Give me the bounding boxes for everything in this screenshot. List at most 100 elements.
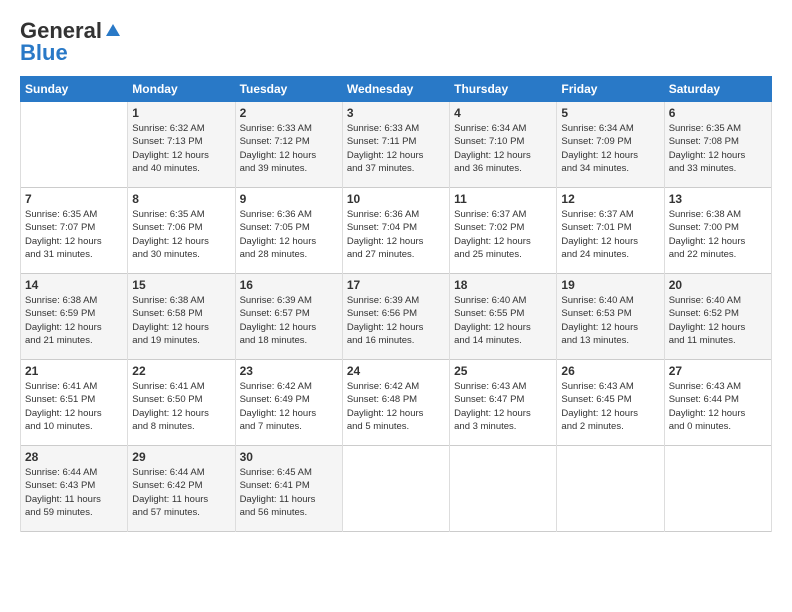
calendar-cell: 14Sunrise: 6:38 AM Sunset: 6:59 PM Dayli… bbox=[21, 274, 128, 360]
day-info: Sunrise: 6:37 AM Sunset: 7:01 PM Dayligh… bbox=[561, 208, 659, 261]
calendar-cell: 4 Sunrise: 6:34 AM Sunset: 7:10 PM Daylig… bbox=[450, 102, 557, 188]
day-number: 25 bbox=[454, 364, 552, 378]
logo-blue: Blue bbox=[20, 40, 68, 66]
day-info: Sunrise: 6:39 AM Sunset: 6:57 PM Dayligh… bbox=[240, 294, 338, 347]
day-number: 5 bbox=[561, 106, 659, 120]
day-number: 9 bbox=[240, 192, 338, 206]
calendar-cell: 20 Sunrise: 6:40 AM Sunset: 6:52 PM Dayli… bbox=[664, 274, 771, 360]
day-number: 15 bbox=[132, 278, 230, 292]
day-number: 7 bbox=[25, 192, 123, 206]
calendar-cell: 5 Sunrise: 6:34 AM Sunset: 7:09 PM Daylig… bbox=[557, 102, 664, 188]
day-info: Sunrise: 6:36 AM Sunset: 7:04 PM Dayligh… bbox=[347, 208, 445, 261]
calendar-cell: 28 Sunrise: 6:44 AM Sunset: 6:43 PM Dayli… bbox=[21, 446, 128, 532]
calendar-week-row: 28 Sunrise: 6:44 AM Sunset: 6:43 PM Dayli… bbox=[21, 446, 772, 532]
day-info: Sunrise: 6:44 AM Sunset: 6:42 PM Dayligh… bbox=[132, 466, 230, 519]
day-info: Sunrise: 6:37 AM Sunset: 7:02 PM Dayligh… bbox=[454, 208, 552, 261]
day-info: Sunrise: 6:34 AM Sunset: 7:10 PM Dayligh… bbox=[454, 122, 552, 175]
calendar-cell: 27 Sunrise: 6:43 AM Sunset: 6:44 PM Dayli… bbox=[664, 360, 771, 446]
day-number: 30 bbox=[240, 450, 338, 464]
day-number: 28 bbox=[25, 450, 123, 464]
day-number: 2 bbox=[240, 106, 338, 120]
calendar-cell bbox=[21, 102, 128, 188]
day-info: Sunrise: 6:34 AM Sunset: 7:09 PM Dayligh… bbox=[561, 122, 659, 175]
logo-icon bbox=[104, 22, 122, 40]
calendar-cell: 7 Sunrise: 6:35 AM Sunset: 7:07 PM Daylig… bbox=[21, 188, 128, 274]
header-day-wednesday: Wednesday bbox=[342, 77, 449, 102]
day-number: 20 bbox=[669, 278, 767, 292]
day-info: Sunrise: 6:43 AM Sunset: 6:47 PM Dayligh… bbox=[454, 380, 552, 433]
calendar-header-row: SundayMondayTuesdayWednesdayThursdayFrid… bbox=[21, 77, 772, 102]
day-info: Sunrise: 6:38 AM Sunset: 6:59 PM Dayligh… bbox=[25, 294, 123, 347]
day-info: Sunrise: 6:41 AM Sunset: 6:50 PM Dayligh… bbox=[132, 380, 230, 433]
day-info: Sunrise: 6:40 AM Sunset: 6:53 PM Dayligh… bbox=[561, 294, 659, 347]
day-info: Sunrise: 6:40 AM Sunset: 6:52 PM Dayligh… bbox=[669, 294, 767, 347]
calendar-cell: 13 Sunrise: 6:38 AM Sunset: 7:00 PM Dayli… bbox=[664, 188, 771, 274]
day-number: 12 bbox=[561, 192, 659, 206]
calendar-cell: 17Sunrise: 6:39 AM Sunset: 6:56 PM Dayli… bbox=[342, 274, 449, 360]
day-number: 4 bbox=[454, 106, 552, 120]
day-info: Sunrise: 6:43 AM Sunset: 6:45 PM Dayligh… bbox=[561, 380, 659, 433]
calendar-cell: 10 Sunrise: 6:36 AM Sunset: 7:04 PM Dayli… bbox=[342, 188, 449, 274]
calendar-cell: 18Sunrise: 6:40 AM Sunset: 6:55 PM Dayli… bbox=[450, 274, 557, 360]
day-number: 26 bbox=[561, 364, 659, 378]
day-info: Sunrise: 6:33 AM Sunset: 7:11 PM Dayligh… bbox=[347, 122, 445, 175]
calendar-cell: 9Sunrise: 6:36 AM Sunset: 7:05 PM Daylig… bbox=[235, 188, 342, 274]
calendar-body: 1 Sunrise: 6:32 AM Sunset: 7:13 PM Daylig… bbox=[21, 102, 772, 532]
day-number: 21 bbox=[25, 364, 123, 378]
header-day-tuesday: Tuesday bbox=[235, 77, 342, 102]
calendar-cell: 26 Sunrise: 6:43 AM Sunset: 6:45 PM Dayli… bbox=[557, 360, 664, 446]
calendar-cell: 22 Sunrise: 6:41 AM Sunset: 6:50 PM Dayli… bbox=[128, 360, 235, 446]
day-number: 3 bbox=[347, 106, 445, 120]
calendar-cell: 30 Sunrise: 6:45 AM Sunset: 6:41 PM Dayli… bbox=[235, 446, 342, 532]
day-info: Sunrise: 6:33 AM Sunset: 7:12 PM Dayligh… bbox=[240, 122, 338, 175]
calendar-cell bbox=[450, 446, 557, 532]
day-info: Sunrise: 6:32 AM Sunset: 7:13 PM Dayligh… bbox=[132, 122, 230, 175]
day-info: Sunrise: 6:43 AM Sunset: 6:44 PM Dayligh… bbox=[669, 380, 767, 433]
calendar-cell: 16 Sunrise: 6:39 AM Sunset: 6:57 PM Dayli… bbox=[235, 274, 342, 360]
day-number: 16 bbox=[240, 278, 338, 292]
day-info: Sunrise: 6:35 AM Sunset: 7:07 PM Dayligh… bbox=[25, 208, 123, 261]
calendar-cell bbox=[557, 446, 664, 532]
day-info: Sunrise: 6:35 AM Sunset: 7:06 PM Dayligh… bbox=[132, 208, 230, 261]
day-info: Sunrise: 6:38 AM Sunset: 6:58 PM Dayligh… bbox=[132, 294, 230, 347]
day-info: Sunrise: 6:44 AM Sunset: 6:43 PM Dayligh… bbox=[25, 466, 123, 519]
calendar-cell: 3 Sunrise: 6:33 AM Sunset: 7:11 PM Daylig… bbox=[342, 102, 449, 188]
calendar-cell bbox=[342, 446, 449, 532]
calendar-week-row: 14Sunrise: 6:38 AM Sunset: 6:59 PM Dayli… bbox=[21, 274, 772, 360]
calendar-cell: 1 Sunrise: 6:32 AM Sunset: 7:13 PM Daylig… bbox=[128, 102, 235, 188]
day-info: Sunrise: 6:38 AM Sunset: 7:00 PM Dayligh… bbox=[669, 208, 767, 261]
calendar-cell: 29 Sunrise: 6:44 AM Sunset: 6:42 PM Dayli… bbox=[128, 446, 235, 532]
day-info: Sunrise: 6:42 AM Sunset: 6:49 PM Dayligh… bbox=[240, 380, 338, 433]
day-number: 10 bbox=[347, 192, 445, 206]
header-day-thursday: Thursday bbox=[450, 77, 557, 102]
calendar-cell: 11 Sunrise: 6:37 AM Sunset: 7:02 PM Dayli… bbox=[450, 188, 557, 274]
day-info: Sunrise: 6:42 AM Sunset: 6:48 PM Dayligh… bbox=[347, 380, 445, 433]
day-info: Sunrise: 6:45 AM Sunset: 6:41 PM Dayligh… bbox=[240, 466, 338, 519]
calendar-cell: 24 Sunrise: 6:42 AM Sunset: 6:48 PM Dayli… bbox=[342, 360, 449, 446]
day-info: Sunrise: 6:39 AM Sunset: 6:56 PM Dayligh… bbox=[347, 294, 445, 347]
calendar-cell: 15 Sunrise: 6:38 AM Sunset: 6:58 PM Dayli… bbox=[128, 274, 235, 360]
calendar-table: SundayMondayTuesdayWednesdayThursdayFrid… bbox=[20, 76, 772, 532]
logo: General Blue bbox=[20, 18, 122, 66]
calendar-cell bbox=[664, 446, 771, 532]
day-number: 8 bbox=[132, 192, 230, 206]
calendar-cell: 12 Sunrise: 6:37 AM Sunset: 7:01 PM Dayli… bbox=[557, 188, 664, 274]
day-number: 1 bbox=[132, 106, 230, 120]
day-number: 23 bbox=[240, 364, 338, 378]
day-number: 27 bbox=[669, 364, 767, 378]
calendar-week-row: 7 Sunrise: 6:35 AM Sunset: 7:07 PM Daylig… bbox=[21, 188, 772, 274]
calendar-cell: 2 Sunrise: 6:33 AM Sunset: 7:12 PM Daylig… bbox=[235, 102, 342, 188]
day-number: 11 bbox=[454, 192, 552, 206]
day-number: 24 bbox=[347, 364, 445, 378]
calendar-cell: 25 Sunrise: 6:43 AM Sunset: 6:47 PM Dayli… bbox=[450, 360, 557, 446]
day-number: 13 bbox=[669, 192, 767, 206]
day-info: Sunrise: 6:35 AM Sunset: 7:08 PM Dayligh… bbox=[669, 122, 767, 175]
calendar-cell: 8 Sunrise: 6:35 AM Sunset: 7:06 PM Daylig… bbox=[128, 188, 235, 274]
calendar-cell: 6Sunrise: 6:35 AM Sunset: 7:08 PM Daylig… bbox=[664, 102, 771, 188]
page-header: General Blue bbox=[20, 18, 772, 66]
calendar-cell: 21Sunrise: 6:41 AM Sunset: 6:51 PM Dayli… bbox=[21, 360, 128, 446]
day-number: 22 bbox=[132, 364, 230, 378]
day-info: Sunrise: 6:40 AM Sunset: 6:55 PM Dayligh… bbox=[454, 294, 552, 347]
header-day-saturday: Saturday bbox=[664, 77, 771, 102]
day-number: 29 bbox=[132, 450, 230, 464]
